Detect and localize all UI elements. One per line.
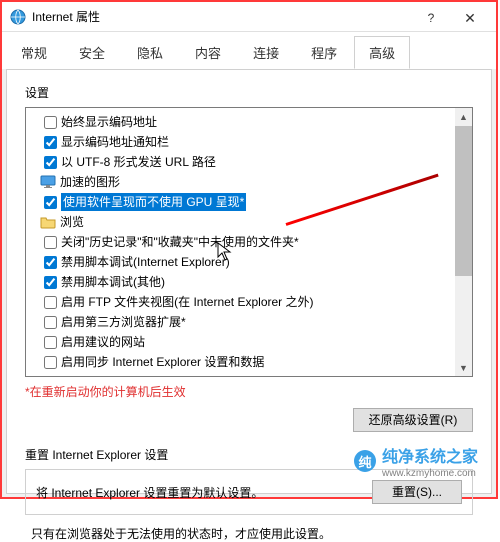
reset-footnote: 只有在浏览器处于无法使用的状态时，才应使用此设置。 [25,525,473,542]
tab-bar: 常规 安全 隐私 内容 连接 程序 高级 [2,32,496,69]
watermark-brand: 纯净系统之家 [382,443,478,467]
tree-item[interactable]: 禁用脚本调试(Internet Explorer) [26,252,472,272]
monitor-icon [40,175,56,189]
reset-desc: 将 Internet Explorer 设置重置为默认设置。 [36,484,372,501]
window-title: Internet 属性 [32,8,100,25]
tab-content[interactable]: 内容 [180,36,236,69]
restart-note: *在重新启动你的计算机后生效 [25,383,473,400]
watermark-url: www.kzmyhome.com [382,469,478,479]
tree-item[interactable]: 以 UTF-8 形式发送 URL 路径 [26,152,472,172]
checkbox[interactable] [44,256,57,269]
close-button[interactable]: ✕ [448,6,492,30]
checkbox[interactable] [44,116,57,129]
tree-item-gpu[interactable]: 使用软件呈现而不使用 GPU 呈现* [26,192,472,212]
tab-advanced[interactable]: 高级 [354,36,410,69]
checkbox[interactable] [44,156,57,169]
checkbox[interactable] [44,336,57,349]
tab-connections[interactable]: 连接 [238,36,294,69]
tree-item[interactable]: 关闭"历史记录"和"收藏夹"中未使用的文件夹* [26,232,472,252]
help-button[interactable]: ? [416,6,446,30]
scrollbar-down[interactable]: ▼ [455,359,472,376]
checkbox[interactable] [44,136,57,149]
tree-item[interactable]: 启用 FTP 文件夹视图(在 Internet Explorer 之外) [26,292,472,312]
tree-group-accel: 加速的图形 [26,172,472,192]
restore-defaults-button[interactable]: 还原高级设置(R) [353,408,473,432]
checkbox[interactable] [44,356,57,369]
checkbox[interactable] [44,196,57,209]
scrollbar-up[interactable]: ▲ [455,108,472,125]
tab-general[interactable]: 常规 [6,36,62,69]
tree-item[interactable]: 启用第三方浏览器扩展* [26,312,472,332]
globe-icon [10,9,26,25]
tree-item[interactable]: 禁用脚本调试(其他) [26,272,472,292]
checkbox[interactable] [44,296,57,309]
dialog-body: 设置 始终显示编码地址 显示编码地址通知栏 以 UTF-8 形式发送 URL 路… [6,69,492,494]
tree-item[interactable]: 显示编码地址通知栏 [26,132,472,152]
tree-item[interactable]: 启用建议的网站 [26,332,472,352]
folder-icon [40,215,56,229]
tab-privacy[interactable]: 隐私 [122,36,178,69]
tree-item[interactable]: 启用同步 Internet Explorer 设置和数据 [26,352,472,372]
tree-item[interactable]: 始终显示编码地址 [26,112,472,132]
checkbox[interactable] [44,236,57,249]
tab-security[interactable]: 安全 [64,36,120,69]
watermark-logo-icon: 纯 [354,450,376,472]
settings-label: 设置 [25,84,473,101]
scrollbar-thumb[interactable] [455,126,472,276]
settings-tree[interactable]: 始终显示编码地址 显示编码地址通知栏 以 UTF-8 形式发送 URL 路径 加… [25,107,473,377]
tab-programs[interactable]: 程序 [296,36,352,69]
watermark: 纯 纯净系统之家 www.kzmyhome.com [354,443,478,479]
checkbox[interactable] [44,316,57,329]
checkbox[interactable] [44,276,57,289]
tree-group-browsing: 浏览 [26,212,472,232]
reset-button[interactable]: 重置(S)... [372,480,462,504]
